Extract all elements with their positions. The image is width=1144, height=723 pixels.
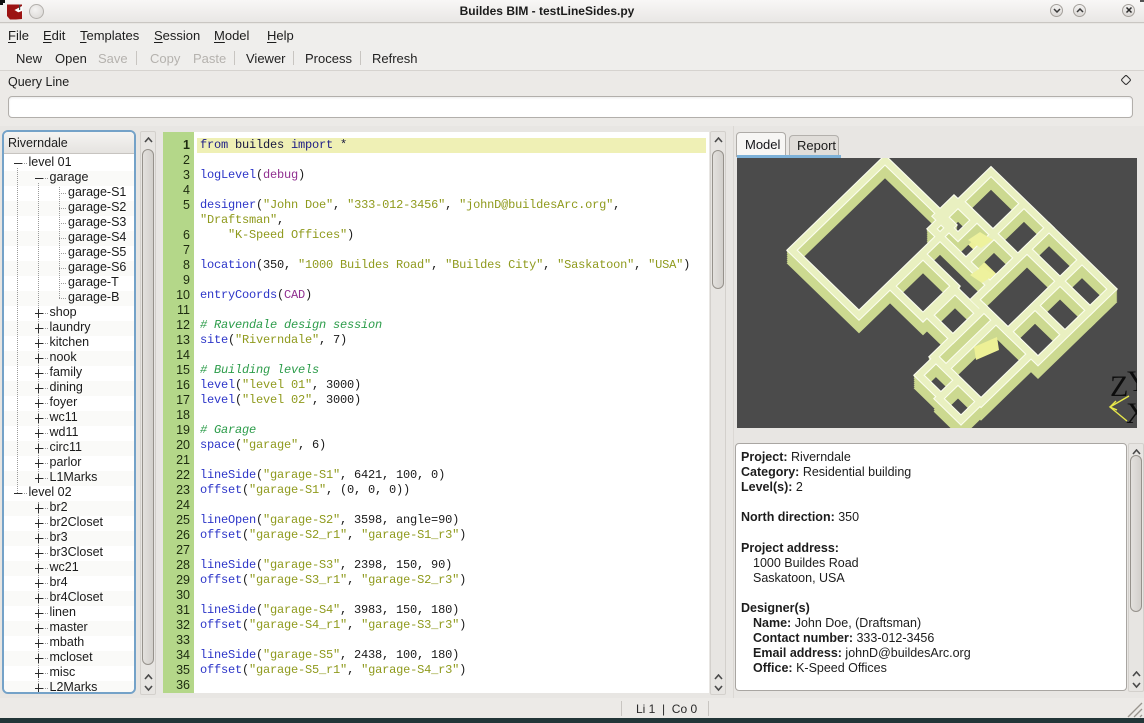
svg-text:Y: Y	[1127, 365, 1137, 398]
svg-text:X: X	[1126, 397, 1137, 428]
